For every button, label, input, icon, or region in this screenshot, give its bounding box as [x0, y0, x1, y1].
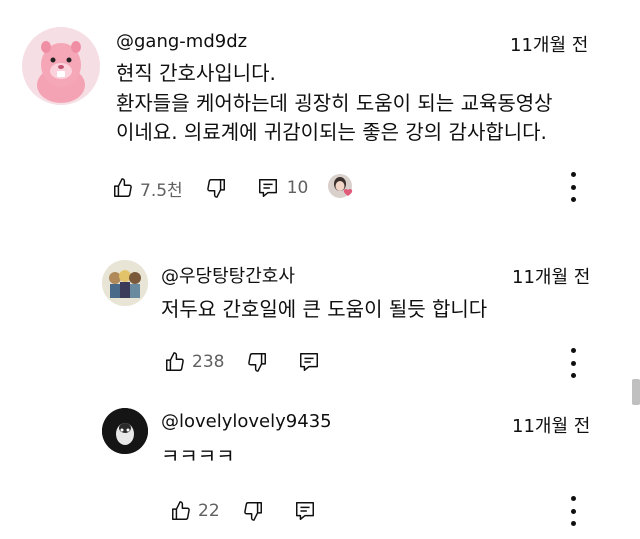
more-vertical-icon[interactable] [563, 172, 583, 202]
thumbs-down-icon[interactable] [246, 351, 268, 373]
like-count: 238 [192, 352, 225, 372]
comment-text-line: ㅋㅋㅋㅋ [161, 444, 235, 468]
comment-text-line: 현직 간호사입니다. [116, 61, 276, 85]
comment-timestamp[interactable]: 11개월 전 [510, 31, 588, 57]
comment-actions: 22 [170, 498, 316, 524]
scrollbar-thumb[interactable] [632, 379, 640, 405]
comment-actions: 238 [164, 349, 320, 375]
like-count: 22 [198, 501, 220, 521]
comment-author[interactable]: @lovelylovely9435 [161, 411, 332, 432]
comment-icon[interactable] [298, 351, 320, 373]
comment-timestamp[interactable]: 11개월 전 [512, 263, 590, 289]
thumbs-up-icon[interactable] [170, 500, 192, 522]
avatar[interactable] [102, 408, 148, 454]
creator-heart-icon [328, 174, 356, 202]
comment-icon[interactable] [257, 177, 279, 199]
more-vertical-icon[interactable] [563, 348, 583, 378]
more-vertical-icon[interactable] [563, 496, 583, 526]
comment-actions: 7.5천 10 [112, 174, 356, 202]
thumbs-down-icon[interactable] [205, 177, 227, 199]
comment-timestamp[interactable]: 11개월 전 [512, 412, 590, 438]
comment-text-line: 이네요. 의료계에 귀감이되는 좋은 강의 감사합니다. [116, 120, 547, 144]
avatar[interactable] [22, 27, 100, 105]
avatar[interactable] [102, 260, 148, 306]
comment-text-line: 환자들을 케어하는데 굉장히 도움이 되는 교육동영상 [116, 91, 553, 115]
thumbs-up-icon[interactable] [112, 177, 134, 199]
comment-text-line: 저두요 간호일에 큰 도움이 될듯 합니다 [161, 297, 488, 321]
comment-author[interactable]: @우당탕탕간호사 [161, 262, 295, 288]
thumbs-down-icon[interactable] [242, 500, 264, 522]
thumbs-up-icon[interactable] [164, 351, 186, 373]
comment-icon[interactable] [294, 500, 316, 522]
like-count: 7.5천 [140, 180, 183, 201]
reply-count: 10 [286, 178, 309, 198]
comment-author[interactable]: @gang-md9dz [116, 31, 247, 52]
